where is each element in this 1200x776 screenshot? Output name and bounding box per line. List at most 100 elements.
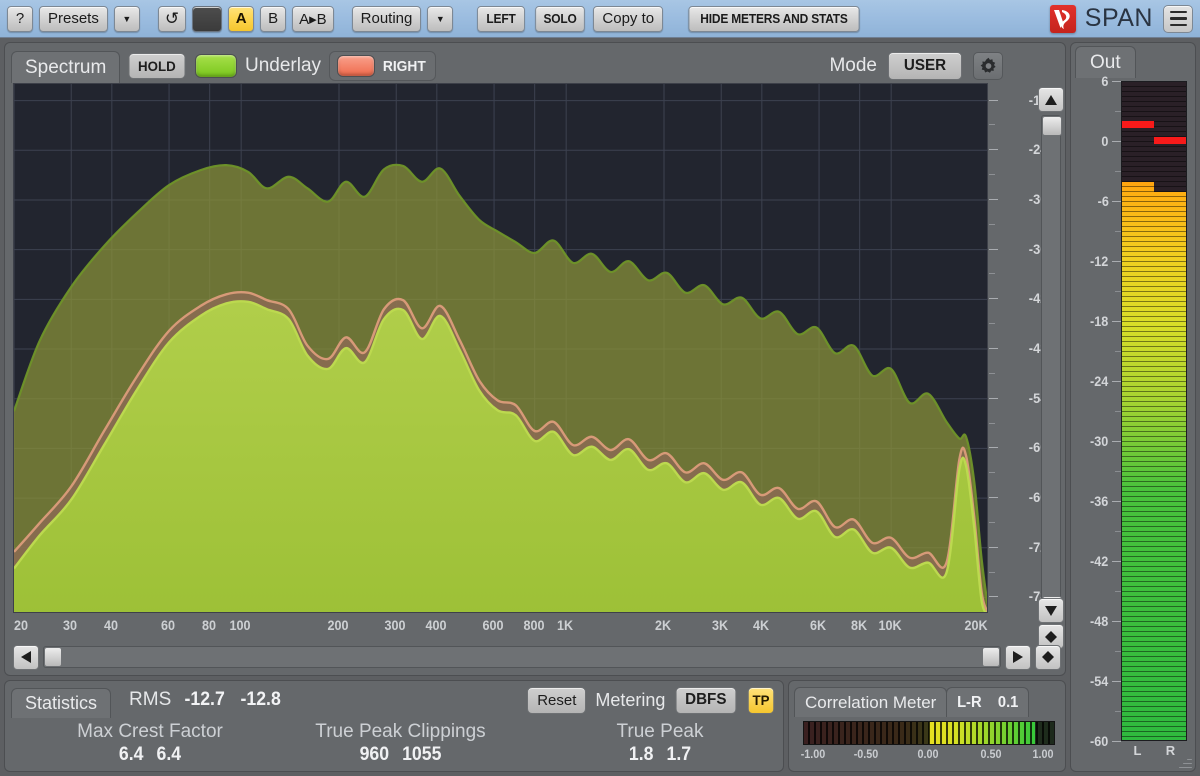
y-tick-minor [989, 472, 995, 474]
y-tick [989, 596, 998, 598]
meter-scale-label: -54 [1089, 673, 1108, 689]
y-tick [989, 546, 998, 548]
underlay-color-swatch[interactable] [337, 55, 376, 77]
underlay-channel-label: RIGHT [382, 57, 426, 75]
true-peak-left: 1.8 [628, 744, 654, 765]
max-crest-factor-label: Max Crest Factor [77, 721, 223, 742]
presets-button[interactable]: Presets [39, 5, 108, 32]
preset-slot-b-button[interactable]: B [260, 5, 287, 32]
vertical-scroll-track[interactable] [1041, 115, 1062, 617]
rms-right-value: -12.8 [240, 689, 281, 710]
true-peak-clippings-label: True Peak Clippings [315, 721, 486, 742]
y-tick-minor [989, 571, 995, 573]
x-tick-label: 20K [964, 617, 988, 633]
metering-unit-button[interactable]: DBFS [676, 686, 737, 714]
meter-scale-tick [1112, 141, 1121, 142]
true-peak-toggle-button[interactable]: TP [747, 686, 775, 714]
correlation-tick-label: -1.00 [800, 747, 826, 761]
hold-color-swatch[interactable] [194, 54, 237, 78]
meter-scale-tick [1112, 381, 1121, 382]
meter-label-left: L [1133, 743, 1142, 758]
statistics-values-row: Max Crest Factor 6.4 6.4 True Peak Clippi… [5, 721, 783, 771]
plugin-body: Spectrum HOLD Underlay RIGHT Mode USER -… [0, 38, 1200, 776]
y-tick-minor [989, 174, 995, 176]
hamburger-menu-icon[interactable] [1163, 4, 1193, 33]
true-peak-clippings-values: 960 1055 [296, 744, 505, 766]
channel-left-button[interactable]: LEFT [477, 5, 526, 32]
meter-scale-tick [1112, 321, 1121, 322]
x-tick-label: 80 [201, 617, 216, 633]
vertical-scrollbar[interactable] [1038, 87, 1064, 649]
true-peak-right: 1.7 [666, 744, 692, 765]
meter-scale-label: 0 [1101, 133, 1109, 149]
scroll-up-button[interactable] [1038, 87, 1064, 112]
spectrum-plot[interactable] [13, 83, 988, 613]
mode-value-button[interactable]: USER [887, 52, 963, 80]
routing-dropdown-arrow[interactable]: ▼ [427, 5, 454, 32]
undo-button[interactable]: ↺ [157, 5, 187, 32]
hide-meters-and-stats-button[interactable]: HIDE METERS AND STATS [688, 5, 860, 32]
brand-name: SPAN [1084, 4, 1153, 32]
x-tick-label: 4K [752, 617, 769, 633]
mode-label: Mode [829, 55, 877, 76]
presets-dropdown-arrow[interactable]: ▼ [113, 5, 140, 32]
horizontal-scroll-thumb-left[interactable] [44, 647, 62, 667]
vertical-scroll-thumb-top[interactable] [1042, 116, 1062, 136]
horizontal-fit-button[interactable] [1035, 644, 1061, 670]
meter-scale-label: -48 [1089, 613, 1108, 629]
x-tick-label: 600 [482, 617, 504, 633]
statistics-tab[interactable]: Statistics [11, 688, 112, 718]
underlay-label: Underlay [244, 55, 322, 76]
horizontal-scroll-thumb-right[interactable] [982, 647, 1000, 667]
correlation-bar-area: -1.00 -0.50 0.00 0.50 1.00 [801, 721, 1055, 761]
y-tick [989, 99, 998, 101]
correlation-value: 0.1 [997, 693, 1019, 711]
rms-readout: RMS -12.7 -12.8 [129, 689, 282, 711]
resize-grip[interactable] [1178, 754, 1192, 768]
color-swatch-button[interactable] [192, 5, 223, 32]
true-peak-values: 1.8 1.7 [572, 744, 749, 766]
correlation-tick-label: 0.50 [979, 747, 1002, 761]
meter-scale-tick [1112, 741, 1121, 742]
copy-to-button[interactable]: Copy to [593, 5, 664, 32]
scroll-right-button[interactable] [1005, 644, 1031, 670]
x-tick-label: 40 [103, 617, 118, 633]
meter-scale-label: 6 [1101, 73, 1109, 89]
reset-button[interactable]: Reset [527, 686, 587, 714]
correlation-readout[interactable]: L-R 0.1 [946, 687, 1030, 717]
x-tick-label: 2K [654, 617, 672, 633]
hold-button[interactable]: HOLD [128, 53, 186, 79]
spectrum-tab[interactable]: Spectrum [11, 51, 121, 83]
help-button[interactable]: ? [7, 5, 33, 32]
scroll-down-button[interactable] [1038, 598, 1064, 623]
scroll-left-button[interactable] [13, 644, 39, 670]
routing-button[interactable]: Routing [351, 5, 422, 32]
meter-scale-label: -42 [1089, 553, 1108, 569]
meter-scale-tick [1112, 441, 1121, 442]
spectrum-panel: Spectrum HOLD Underlay RIGHT Mode USER -… [4, 42, 1066, 676]
preset-slot-a-button[interactable]: A [228, 5, 255, 32]
span-plugin-window: ? Presets ▼ ↺ A B A▸B Routing ▼ LEFT SOL… [0, 0, 1200, 776]
correlation-tab[interactable]: Correlation Meter [794, 687, 948, 717]
max-crest-factor-stat: Max Crest Factor 6.4 6.4 [45, 721, 255, 766]
statistics-panel: Statistics RMS -12.7 -12.8 Reset Meterin… [4, 680, 784, 772]
copy-a-to-b-button[interactable]: A▸B [292, 5, 334, 32]
gear-icon[interactable] [973, 52, 1003, 80]
y-tick [989, 447, 998, 449]
meter-scale-label: -36 [1089, 493, 1108, 509]
meter-scale-tick [1112, 621, 1121, 622]
horizontal-scrollbar[interactable] [13, 643, 1061, 671]
y-tick [989, 198, 998, 200]
correlation-tick-label: 1.00 [1032, 747, 1054, 761]
x-tick-label: 10K [878, 617, 902, 633]
horizontal-scroll-track[interactable] [43, 646, 1001, 668]
y-tick [989, 348, 998, 349]
true-peak-label: True Peak [616, 721, 704, 742]
meter-segment-lines-left [1122, 82, 1154, 740]
underlay-control[interactable]: RIGHT [329, 51, 436, 81]
solo-button[interactable]: SOLO [535, 5, 586, 32]
x-tick-label: 100 [229, 617, 251, 633]
x-tick-label: 8K [850, 617, 867, 633]
x-tick-label: 20 [13, 617, 29, 633]
y-tick-minor [989, 223, 995, 225]
